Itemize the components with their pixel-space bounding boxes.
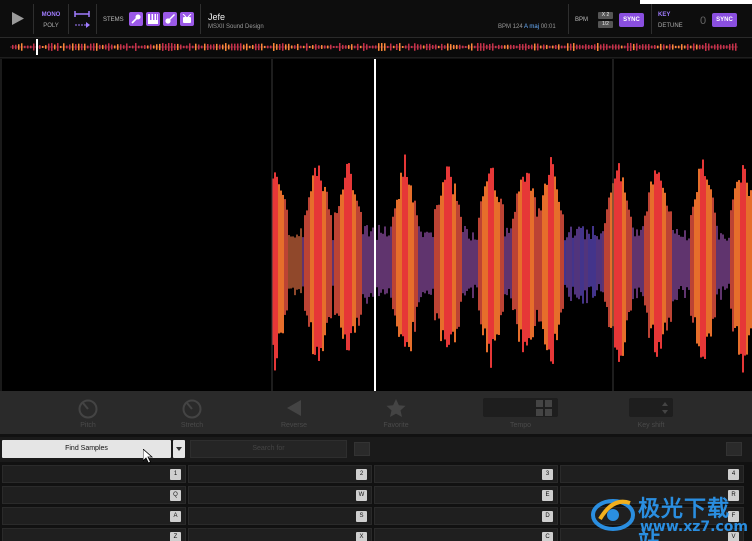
- key-label: KEY: [658, 12, 671, 18]
- microphone-icon: [131, 14, 141, 24]
- drum-icon: [182, 14, 192, 23]
- waveform-display: [271, 59, 752, 391]
- sample-search-input[interactable]: Search for: [190, 440, 347, 458]
- toolbar-divider: [33, 4, 34, 34]
- grid-view-button[interactable]: [726, 442, 742, 456]
- key-value[interactable]: 0: [700, 15, 706, 27]
- key-shift-stepper[interactable]: Key shift: [629, 391, 673, 434]
- track-title: Jefe: [208, 12, 226, 22]
- stem-guitar-button[interactable]: [163, 12, 177, 26]
- watermark-logo: [591, 499, 635, 531]
- mono-label: MONO: [41, 12, 61, 18]
- watermark: 极光下载站 www.xz7.com: [590, 487, 752, 541]
- pitch-knob[interactable]: Pitch: [68, 391, 108, 434]
- sample-pad[interactable]: 1: [2, 465, 186, 483]
- bpm-label: BPM: [575, 17, 589, 23]
- key-shift-label: Key shift: [637, 422, 665, 429]
- sample-pad[interactable]: A: [2, 507, 186, 525]
- stretch-knob[interactable]: Stretch: [170, 391, 214, 434]
- pad-key-badge: D: [542, 511, 553, 522]
- track-bpm: BPM 124: [498, 24, 523, 30]
- poly-label: POLY: [43, 23, 59, 29]
- reverse-label: Reverse: [280, 422, 308, 429]
- piano-icon: [148, 14, 158, 24]
- pad-key-badge: C: [542, 532, 553, 541]
- pad-controls-bar: Pitch Stretch Reverse Favorite Tempo Key…: [0, 391, 752, 434]
- sample-pad[interactable]: X: [188, 528, 372, 541]
- pad-key-badge: 1: [170, 469, 181, 480]
- top-toolbar: MONO POLY STEMS Jefe MSXII Sound Design …: [0, 0, 752, 38]
- detune-label: DETUNE: [658, 23, 683, 29]
- favorite-button[interactable]: Favorite: [374, 391, 418, 434]
- watermark-url: www.xz7.com: [640, 519, 748, 535]
- track-artist: MSXII Sound Design: [208, 24, 264, 30]
- overview-playhead[interactable]: [36, 39, 38, 55]
- pad-key-badge: 3: [542, 469, 553, 480]
- toolbar-divider: [200, 4, 201, 34]
- knob-icon: [182, 399, 202, 419]
- pitch-label: Pitch: [80, 422, 96, 429]
- stepper-arrows-icon: [662, 402, 668, 414]
- waveform-overview[interactable]: [0, 38, 752, 58]
- pad-key-badge: S: [356, 511, 367, 522]
- sample-pad[interactable]: 2: [188, 465, 372, 483]
- overview-waveform: [10, 39, 738, 55]
- tempo-label: Tempo: [509, 422, 531, 429]
- sample-pad[interactable]: E: [374, 486, 558, 504]
- sample-search-row: Find Samples Search for: [0, 437, 752, 462]
- toolbar-divider: [68, 4, 69, 34]
- knob-icon: [78, 399, 98, 419]
- clear-search-button[interactable]: [354, 442, 370, 456]
- pad-key-badge: 2: [356, 469, 367, 480]
- bpm-double-button[interactable]: X 2: [598, 12, 613, 19]
- play-button[interactable]: [6, 0, 30, 38]
- sample-pad[interactable]: C: [374, 528, 558, 541]
- stems-label: STEMS: [103, 17, 124, 23]
- sample-pad[interactable]: S: [188, 507, 372, 525]
- reverse-icon: [287, 400, 301, 416]
- toolbar-divider: [96, 4, 97, 34]
- play-icon: [12, 12, 24, 25]
- bpm-sync-button[interactable]: SYNC: [619, 13, 644, 27]
- main-waveform[interactable]: [0, 59, 752, 391]
- grid-icon: [536, 400, 552, 416]
- mono-poly-toggle[interactable]: MONO POLY: [36, 0, 66, 38]
- sample-pad[interactable]: D: [374, 507, 558, 525]
- star-icon: [386, 399, 406, 417]
- pad-key-badge: 4: [728, 469, 739, 480]
- toolbar-divider: [568, 4, 569, 34]
- pad-key-badge: Z: [170, 532, 181, 541]
- sample-pad[interactable]: Z: [2, 528, 186, 541]
- find-samples-dropdown[interactable]: [173, 440, 185, 458]
- window-overlay: [640, 0, 752, 4]
- sample-pad[interactable]: 4: [560, 465, 744, 483]
- trim-icon: [74, 11, 90, 28]
- stem-drums-button[interactable]: [180, 12, 194, 26]
- pad-key-badge: X: [356, 532, 367, 541]
- pad-key-badge: W: [356, 490, 367, 501]
- favorite-label: Favorite: [383, 422, 409, 429]
- track-key: A maj: [524, 24, 540, 30]
- stem-keys-button[interactable]: [146, 12, 160, 26]
- tempo-stepper[interactable]: Tempo: [483, 391, 558, 434]
- trim-mode-button[interactable]: [70, 0, 92, 38]
- pad-key-badge: Q: [170, 490, 181, 501]
- stretch-label: Stretch: [180, 422, 204, 429]
- chevron-down-icon: [176, 447, 182, 451]
- key-sync-button[interactable]: SYNC: [712, 13, 737, 27]
- bpm-half-button[interactable]: 1/2: [598, 21, 613, 28]
- track-time: 00:01: [540, 24, 556, 30]
- mouse-cursor-icon: [143, 449, 153, 464]
- reverse-button[interactable]: Reverse: [272, 391, 316, 434]
- sample-pad[interactable]: Q: [2, 486, 186, 504]
- guitar-icon: [165, 14, 175, 24]
- pad-key-badge: A: [170, 511, 181, 522]
- track-info: BPM 124 A maj 00:01: [498, 24, 556, 30]
- stem-vocals-button[interactable]: [129, 12, 143, 26]
- sample-pad[interactable]: W: [188, 486, 372, 504]
- sample-pad[interactable]: 3: [374, 465, 558, 483]
- pad-key-badge: E: [542, 490, 553, 501]
- toolbar-divider: [651, 4, 652, 34]
